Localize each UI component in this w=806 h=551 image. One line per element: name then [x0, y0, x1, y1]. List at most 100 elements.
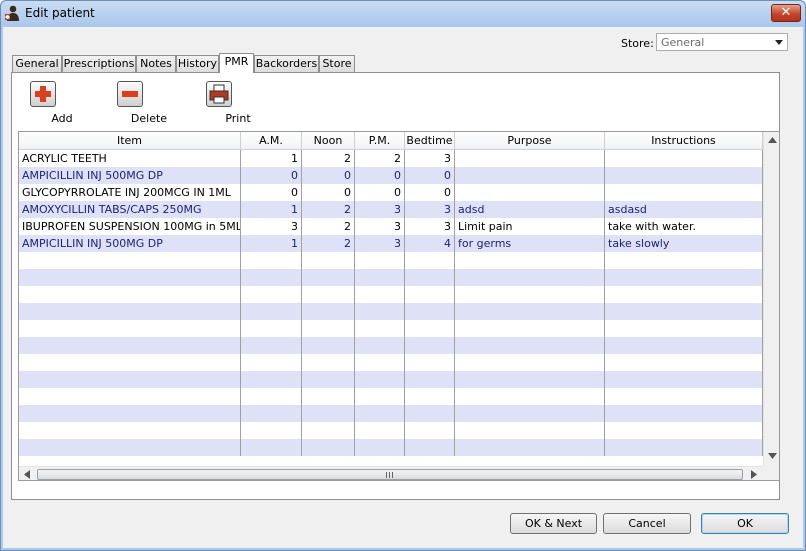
column-header-purpose[interactable]: Purpose [455, 132, 605, 150]
table-cell[interactable]: AMPICILLIN INJ 500MG DP [19, 167, 241, 184]
table-cell[interactable] [302, 371, 355, 388]
tab-store[interactable]: Store [319, 55, 355, 72]
table-cell[interactable]: 2 [302, 150, 355, 167]
scrollbar-thumb[interactable] [37, 469, 743, 480]
column-header-item[interactable]: Item [19, 132, 241, 150]
table-cell[interactable] [605, 439, 763, 456]
column-header-noon[interactable]: Noon [302, 132, 355, 150]
tab-history[interactable]: History [176, 55, 219, 72]
table-cell[interactable]: AMPICILLIN INJ 500MG DP [19, 235, 241, 252]
table-row[interactable] [19, 269, 763, 286]
table-cell[interactable] [405, 439, 455, 456]
table-cell[interactable] [19, 303, 241, 320]
table-cell[interactable] [241, 405, 302, 422]
table-cell[interactable] [241, 337, 302, 354]
table-cell[interactable] [302, 269, 355, 286]
table-cell[interactable] [405, 371, 455, 388]
table-cell[interactable] [455, 184, 605, 201]
table-cell[interactable]: AMOXYCILLIN TABS/CAPS 250MG [19, 201, 241, 218]
table-cell[interactable] [405, 388, 455, 405]
table-cell[interactable]: 0 [302, 184, 355, 201]
table-cell[interactable] [302, 286, 355, 303]
table-cell[interactable]: 3 [355, 218, 405, 235]
ok-button[interactable]: OK [701, 513, 789, 534]
table-cell[interactable] [302, 422, 355, 439]
table-cell[interactable] [19, 337, 241, 354]
table-row[interactable] [19, 439, 763, 456]
table-cell[interactable]: 3 [405, 218, 455, 235]
close-button[interactable]: ✕ [771, 4, 801, 22]
table-cell[interactable] [605, 405, 763, 422]
table-cell[interactable] [455, 167, 605, 184]
scroll-left-icon[interactable] [24, 470, 30, 479]
table-row[interactable] [19, 252, 763, 269]
table-cell[interactable] [19, 354, 241, 371]
table-cell[interactable] [19, 286, 241, 303]
table-cell[interactable]: 0 [405, 184, 455, 201]
table-row[interactable] [19, 371, 763, 388]
column-header-am[interactable]: A.M. [241, 132, 302, 150]
table-row[interactable]: IBUPROFEN SUSPENSION 100MG in 5ML BOTTLE… [19, 218, 763, 235]
table-cell[interactable] [405, 303, 455, 320]
scroll-down-icon[interactable] [768, 453, 777, 459]
table-cell[interactable] [241, 354, 302, 371]
table-cell[interactable] [241, 303, 302, 320]
table-cell[interactable] [241, 320, 302, 337]
table-cell[interactable] [405, 337, 455, 354]
ok-next-button[interactable]: OK & Next [510, 513, 597, 534]
table-cell[interactable] [302, 337, 355, 354]
table-row[interactable] [19, 354, 763, 371]
table-cell[interactable]: 0 [302, 167, 355, 184]
table-cell[interactable] [405, 252, 455, 269]
tab-general[interactable]: General [12, 55, 62, 72]
table-cell[interactable]: 1 [241, 150, 302, 167]
vertical-scrollbar[interactable] [763, 132, 779, 466]
table-cell[interactable]: take slowly [605, 235, 763, 252]
table-cell[interactable] [19, 422, 241, 439]
table-cell[interactable] [19, 269, 241, 286]
scroll-right-icon[interactable] [751, 470, 757, 479]
table-cell[interactable] [355, 303, 405, 320]
table-cell[interactable]: Limit pain [455, 218, 605, 235]
table-cell[interactable]: 1 [241, 201, 302, 218]
table-cell[interactable] [355, 405, 405, 422]
table-cell[interactable] [241, 269, 302, 286]
table-cell[interactable] [455, 371, 605, 388]
table-cell[interactable] [605, 252, 763, 269]
table-cell[interactable]: 3 [241, 218, 302, 235]
table-row[interactable] [19, 286, 763, 303]
table-cell[interactable] [455, 422, 605, 439]
table-cell[interactable]: adsd [455, 201, 605, 218]
table-cell[interactable]: 3 [355, 235, 405, 252]
table-row[interactable] [19, 337, 763, 354]
tab-notes[interactable]: Notes [136, 55, 176, 72]
table-cell[interactable] [19, 252, 241, 269]
table-cell[interactable] [605, 184, 763, 201]
table-cell[interactable] [241, 388, 302, 405]
table-cell[interactable] [605, 150, 763, 167]
table-cell[interactable]: for germs [455, 235, 605, 252]
table-row[interactable]: AMPICILLIN INJ 500MG DP 0 0 0 0 [19, 167, 763, 184]
table-cell[interactable]: IBUPROFEN SUSPENSION 100MG in 5ML BOTTLE [19, 218, 241, 235]
table-cell[interactable] [355, 422, 405, 439]
title-bar[interactable]: Edit patient ✕ [1, 1, 805, 26]
column-header-instructions[interactable]: Instructions [605, 132, 763, 150]
table-cell[interactable] [355, 320, 405, 337]
table-cell[interactable] [241, 286, 302, 303]
tab-pmr[interactable]: PMR [219, 53, 254, 73]
table-row[interactable]: ACRYLIC TEETH 1 2 2 3 [19, 150, 763, 167]
tab-prescriptions[interactable]: Prescriptions [62, 55, 136, 72]
cancel-button[interactable]: Cancel [603, 513, 691, 534]
table-cell[interactable]: 0 [241, 184, 302, 201]
table-cell[interactable]: ACRYLIC TEETH [19, 150, 241, 167]
table-row[interactable] [19, 320, 763, 337]
table-cell[interactable] [405, 354, 455, 371]
table-cell[interactable] [355, 371, 405, 388]
table-cell[interactable] [355, 286, 405, 303]
table-cell[interactable] [302, 252, 355, 269]
table-cell[interactable] [241, 252, 302, 269]
horizontal-scrollbar[interactable] [19, 466, 763, 480]
table-cell[interactable] [19, 371, 241, 388]
table-cell[interactable] [605, 354, 763, 371]
table-cell[interactable]: 3 [405, 201, 455, 218]
